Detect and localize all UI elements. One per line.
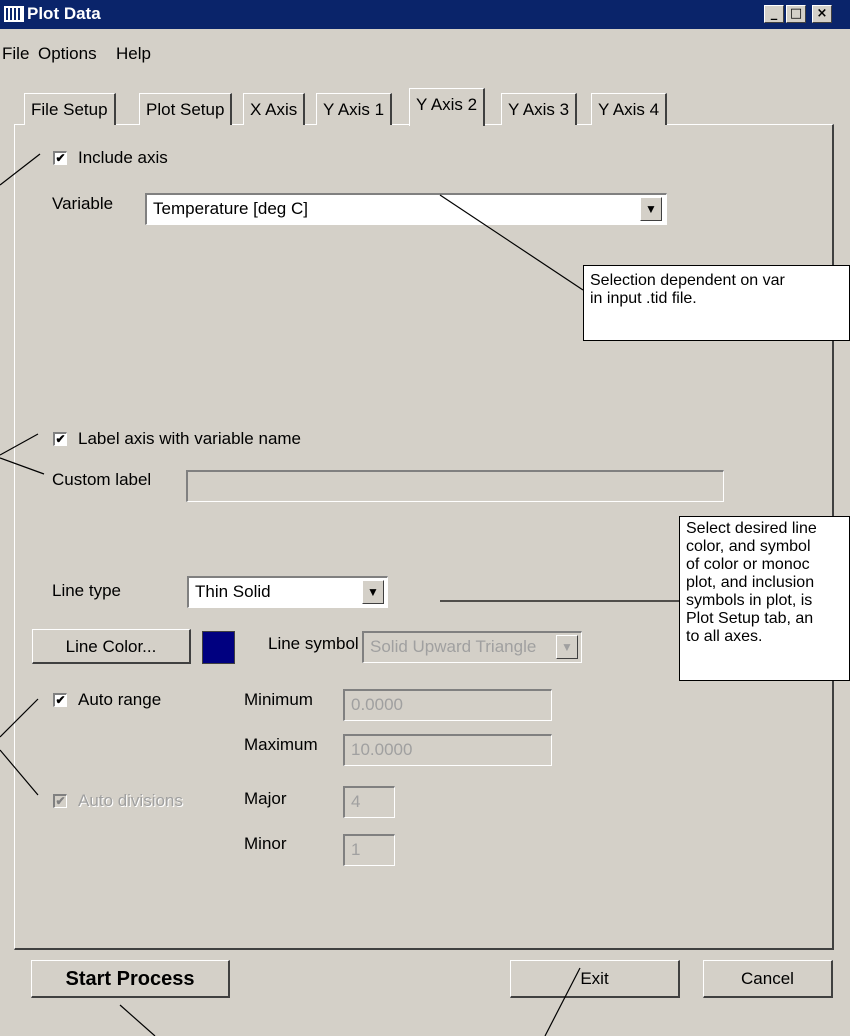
tab-y-axis-2[interactable]: Y Axis 2 — [409, 88, 486, 126]
callout-lines — [0, 153, 679, 1036]
